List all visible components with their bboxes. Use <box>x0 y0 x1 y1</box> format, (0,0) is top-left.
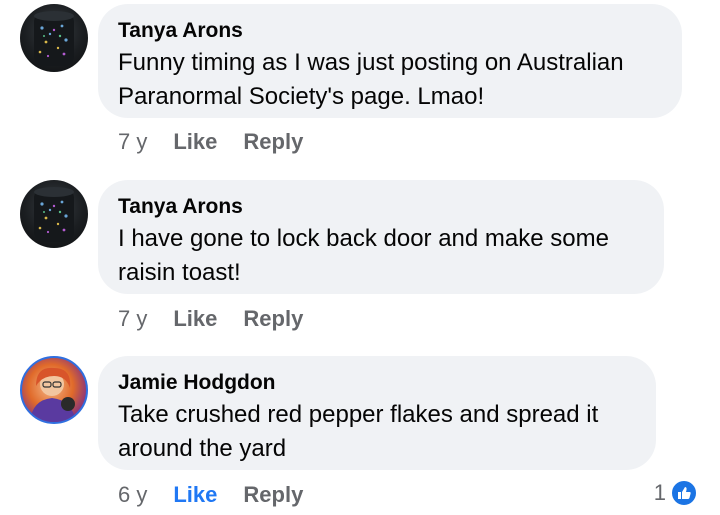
comment-bubble: Tanya Arons Funny timing as I was just p… <box>98 4 682 118</box>
like-button[interactable]: Like <box>173 129 217 155</box>
reaction-count: 1 <box>653 480 666 505</box>
like-button[interactable]: Like <box>173 306 217 332</box>
comment-author[interactable]: Tanya Arons <box>118 194 644 220</box>
comment-text: Funny timing as I was just posting on Au… <box>118 46 662 114</box>
comment-bubble: Tanya Arons I have gone to lock back doo… <box>98 180 664 294</box>
comment-text: Take crushed red pepper flakes and sprea… <box>118 398 636 466</box>
reply-button[interactable]: Reply <box>243 306 303 332</box>
comment-actions: 7 y Like Reply <box>118 128 303 156</box>
comment-text-line: Take crushed red pepper flakes and sprea… <box>118 401 599 428</box>
comment-text-line: raisin toast! <box>118 259 241 286</box>
comment-timestamp[interactable]: 7 y <box>118 129 147 155</box>
avatar[interactable] <box>20 4 88 72</box>
reply-button[interactable]: Reply <box>243 482 303 508</box>
thumbs-up-icon <box>670 479 698 507</box>
comment-text-line: around the yard <box>118 435 287 462</box>
comment-author[interactable]: Tanya Arons <box>118 18 662 44</box>
comment-timestamp[interactable]: 6 y <box>118 482 147 508</box>
jar-avatar-icon <box>34 11 74 66</box>
avatar[interactable] <box>20 180 88 248</box>
reaction-summary[interactable]: 1 <box>654 479 698 507</box>
jar-avatar-icon <box>34 187 74 242</box>
comment-actions: 7 y Like Reply <box>118 305 303 333</box>
avatar[interactable] <box>20 356 88 424</box>
comment-text-line: Funny timing as I was just posting on Au… <box>118 49 624 76</box>
like-button[interactable]: Like <box>173 482 217 508</box>
reply-button[interactable]: Reply <box>243 129 303 155</box>
comment-bubble: Jamie Hodgdon Take crushed red pepper fl… <box>98 356 656 470</box>
comment-text-line: Paranormal Society's page. Lmao! <box>118 83 485 110</box>
comment-author[interactable]: Jamie Hodgdon <box>118 370 636 396</box>
comment-timestamp[interactable]: 7 y <box>118 306 147 332</box>
comment-text: I have gone to lock back door and make s… <box>118 222 644 290</box>
comment-text-line: I have gone to lock back door and make s… <box>118 225 609 252</box>
comment-actions: 6 y Like Reply <box>118 481 303 509</box>
person-avatar-icon <box>30 367 76 422</box>
